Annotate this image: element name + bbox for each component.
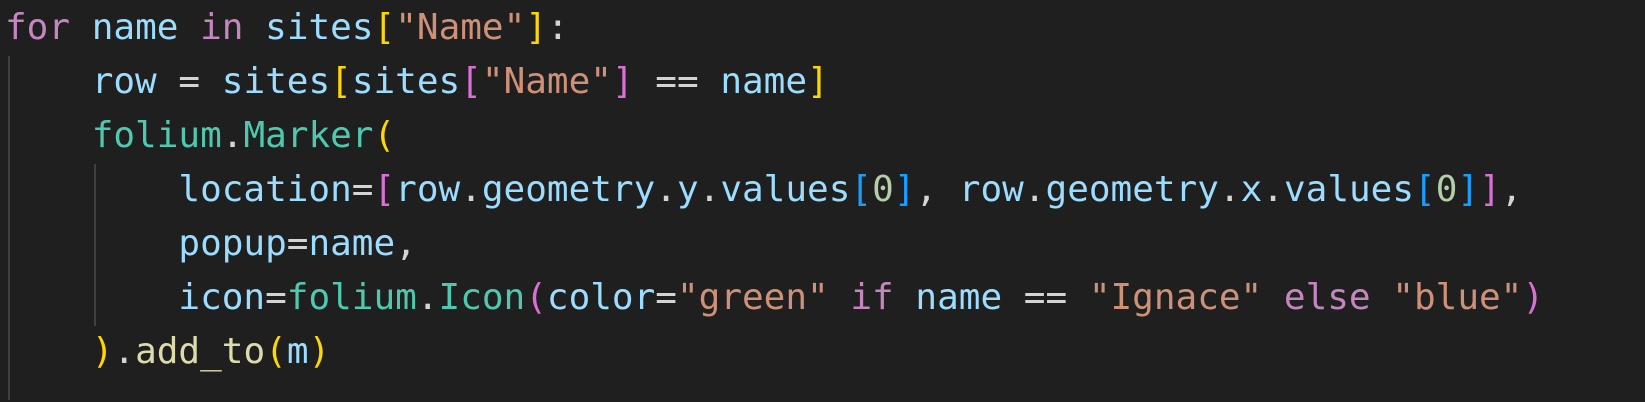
code-token-operator — [178, 7, 200, 48]
code-token-identifier: sites — [221, 61, 331, 102]
code-token-string-literal: "Ignace" — [1088, 277, 1263, 318]
code-token-bracket: ] — [1479, 169, 1501, 210]
code-token-class-name: Marker — [243, 115, 374, 156]
code-token-operator: . — [655, 169, 677, 210]
code-editor[interactable]: for name in sites["Name"]: row = sites[s… — [0, 0, 1645, 402]
code-token-operator: = — [286, 223, 309, 264]
code-token-operator — [5, 115, 92, 156]
code-token-operator: = — [351, 169, 374, 210]
code-token-identifier: name — [720, 61, 808, 102]
code-token-identifier: icon — [178, 277, 266, 318]
code-token-bracket: ) — [1522, 277, 1545, 318]
code-token-identifier: y — [676, 169, 699, 210]
code-token-operator: . — [416, 277, 439, 318]
code-token-operator: . — [460, 169, 482, 210]
code-token-bracket: ] — [525, 7, 547, 48]
code-token-operator — [243, 7, 265, 48]
code-token-bracket: ( — [265, 331, 287, 372]
code-token-identifier: name — [308, 223, 396, 264]
code-token-string-literal: "Name" — [481, 61, 612, 102]
code-token-identifier: geometry — [481, 169, 656, 210]
code-token-operator: == — [1002, 277, 1089, 318]
code-token-operator: . — [1023, 169, 1046, 210]
code-token-identifier: x — [1240, 169, 1263, 210]
code-token-operator — [5, 223, 178, 264]
code-token-operator: , — [1500, 169, 1523, 210]
code-token-keyword: else — [1283, 277, 1371, 318]
code-token-bracket: ] — [1457, 169, 1480, 210]
code-token-number-literal: 0 — [1435, 169, 1458, 210]
code-token-operator — [894, 277, 916, 318]
code-line-6[interactable]: icon=folium.Icon(color="green" if name =… — [5, 270, 1544, 326]
code-token-operator: , — [395, 223, 417, 264]
code-token-identifier: row — [958, 169, 1024, 210]
code-token-class-name: Icon — [438, 277, 526, 318]
code-token-operator — [5, 331, 92, 372]
code-token-bracket: [ — [330, 61, 352, 102]
code-token-bracket: [ — [460, 61, 482, 102]
code-token-operator: , — [915, 169, 959, 210]
code-token-operator: . — [1262, 169, 1284, 210]
code-token-identifier: values — [720, 169, 851, 210]
code-token-operator — [1371, 277, 1393, 318]
code-line-4[interactable]: location=[row.geometry.y.values[0], row.… — [5, 162, 1522, 218]
code-token-class-name: folium — [286, 277, 417, 318]
code-token-keyword: in — [200, 7, 244, 48]
code-token-keyword: for — [5, 7, 71, 48]
code-token-bracket: ( — [525, 277, 547, 318]
code-token-identifier: sites — [265, 7, 374, 48]
code-line-3[interactable]: folium.Marker( — [5, 108, 395, 164]
code-token-operator — [5, 61, 92, 102]
code-token-operator — [70, 7, 92, 48]
code-token-operator: . — [221, 115, 244, 156]
code-token-bracket: ] — [807, 61, 829, 102]
code-token-class-name: folium — [91, 115, 222, 156]
code-token-operator — [5, 277, 178, 318]
code-token-bracket: [ — [1414, 169, 1436, 210]
code-line-7[interactable]: ).add_to(m) — [5, 324, 330, 380]
code-token-operator: . — [113, 331, 136, 372]
code-token-operator: . — [1218, 169, 1241, 210]
code-token-bracket: ] — [611, 61, 634, 102]
code-token-number-literal: 0 — [872, 169, 894, 210]
code-token-bracket: [ — [373, 7, 396, 48]
code-token-identifier: row — [395, 169, 461, 210]
code-token-identifier: location — [178, 169, 352, 210]
code-token-identifier: name — [91, 7, 179, 48]
code-token-operator: = — [265, 277, 287, 318]
code-token-operator: = — [156, 61, 222, 102]
code-token-bracket: ) — [91, 331, 114, 372]
code-token-string-literal: "Name" — [395, 7, 526, 48]
code-token-identifier: sites — [351, 61, 461, 102]
code-token-bracket: ) — [308, 331, 331, 372]
code-token-operator: . — [698, 169, 721, 210]
code-line-1[interactable]: for name in sites["Name"]: — [5, 0, 569, 56]
code-token-bracket: ( — [373, 115, 396, 156]
code-token-identifier: m — [286, 331, 309, 372]
code-token-operator: = — [655, 277, 677, 318]
code-token-operator — [1262, 277, 1284, 318]
code-token-identifier: row — [91, 61, 157, 102]
code-token-operator: : — [546, 7, 569, 48]
code-token-operator: == — [633, 61, 721, 102]
code-token-identifier: name — [915, 277, 1003, 318]
code-token-operator — [829, 277, 851, 318]
code-line-2[interactable]: row = sites[sites["Name"] == name] — [5, 54, 829, 110]
code-token-identifier: values — [1283, 169, 1415, 210]
code-token-bracket: ] — [893, 169, 916, 210]
code-token-keyword: if — [850, 277, 894, 318]
code-token-identifier: geometry — [1045, 169, 1219, 210]
code-token-bracket: [ — [373, 169, 396, 210]
code-line-5[interactable]: popup=name, — [5, 216, 417, 272]
code-token-string-literal: "blue" — [1392, 277, 1523, 318]
code-token-string-literal: "green" — [676, 277, 829, 318]
code-token-identifier: popup — [178, 223, 287, 264]
code-token-identifier: color — [546, 277, 656, 318]
code-token-bracket: [ — [850, 169, 873, 210]
code-token-operator — [5, 169, 178, 210]
code-token-function-name: add_to — [135, 331, 266, 372]
